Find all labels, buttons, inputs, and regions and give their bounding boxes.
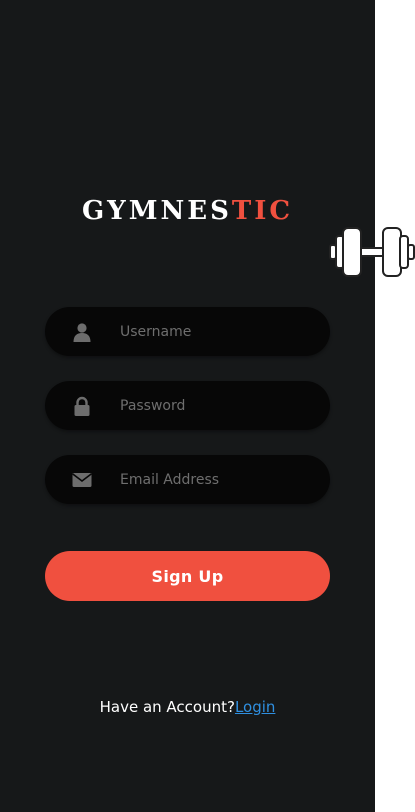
- lock-icon: [71, 395, 93, 417]
- user-icon: [71, 321, 93, 343]
- login-prompt: Have an Account?Login: [0, 698, 375, 716]
- password-input[interactable]: [120, 381, 315, 430]
- email-field[interactable]: [45, 455, 330, 504]
- login-link[interactable]: Login: [235, 698, 275, 716]
- signup-button[interactable]: Sign Up: [45, 551, 330, 601]
- app-logo: GYMNESTIC: [0, 196, 375, 226]
- have-account-text: Have an Account?: [99, 698, 235, 716]
- email-input[interactable]: [120, 455, 315, 504]
- logo-accent-text: TIC: [231, 196, 294, 226]
- envelope-icon: [71, 469, 93, 491]
- signup-screen: GYMNESTIC Sign Up Have an Accoun: [0, 0, 375, 812]
- logo-primary-text: GYMNES: [81, 196, 232, 226]
- dumbbell-icon: [329, 227, 415, 277]
- username-input[interactable]: [120, 307, 315, 356]
- username-field[interactable]: [45, 307, 330, 356]
- password-field[interactable]: [45, 381, 330, 430]
